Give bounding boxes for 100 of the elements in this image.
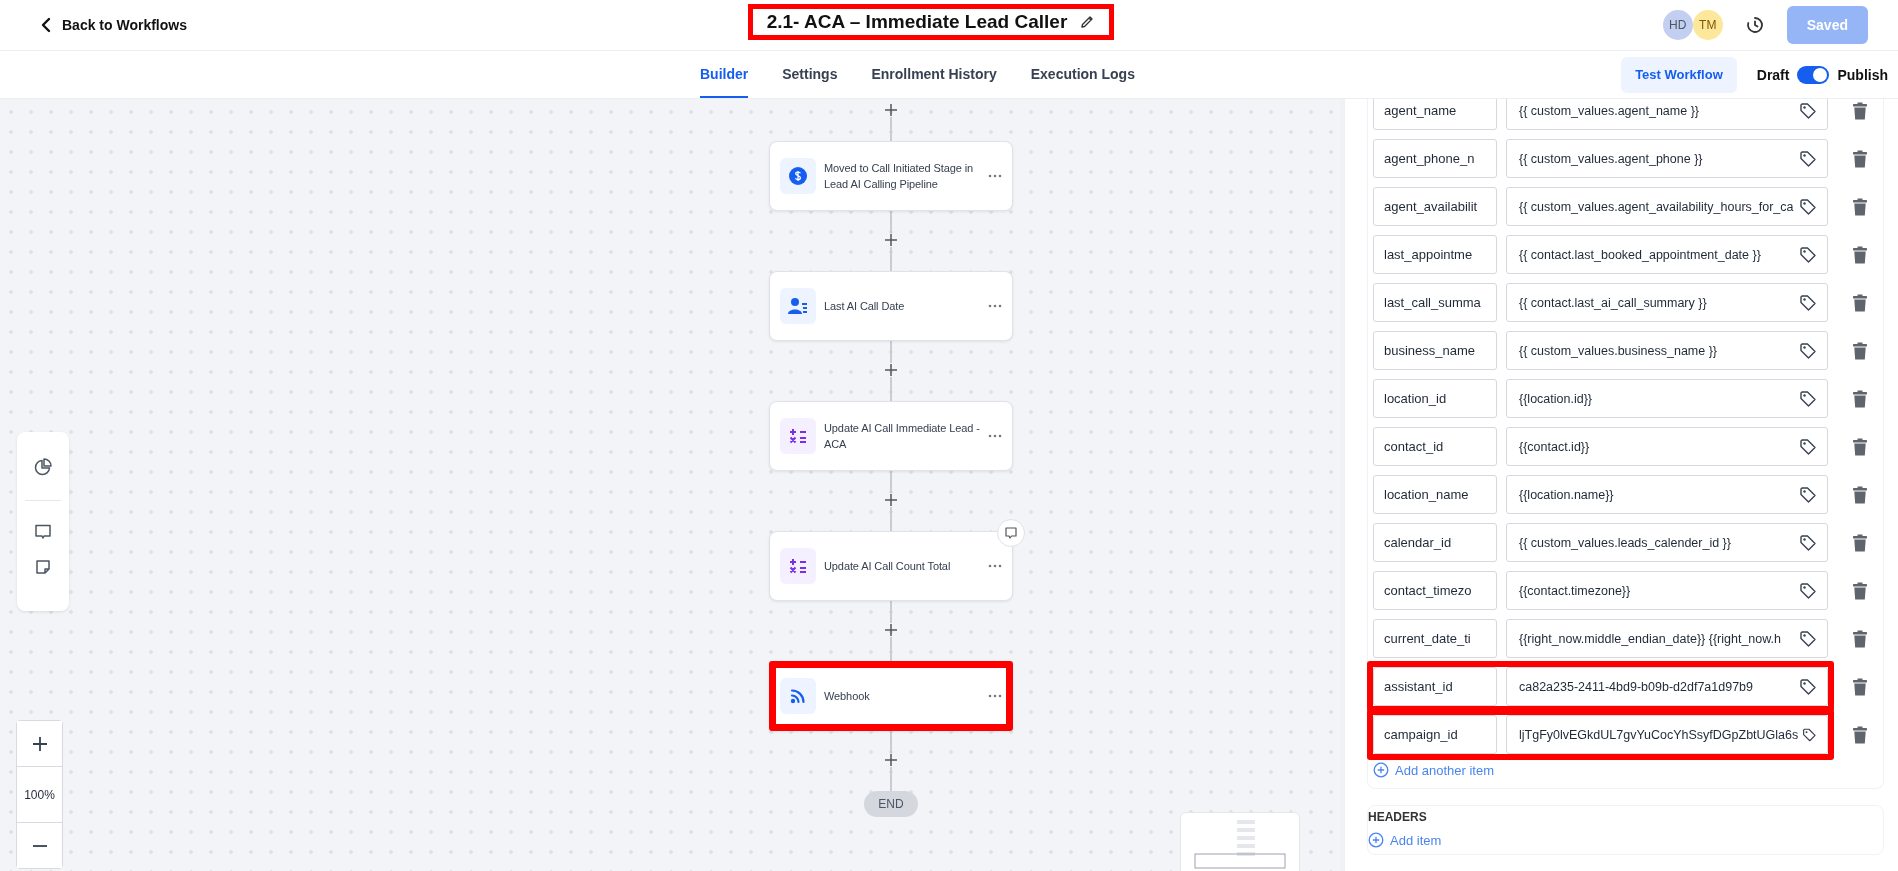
workflow-node[interactable]: Moved to Call Initiated Stage in Lead AI Calling Pipeline xyxy=(769,141,1013,211)
test-workflow-button[interactable]: Test Workflow xyxy=(1621,56,1737,93)
delete-icon[interactable] xyxy=(1852,677,1868,696)
end-marker: END xyxy=(864,791,918,817)
rss-icon xyxy=(790,688,806,704)
delete-icon[interactable] xyxy=(1852,629,1868,648)
key-field[interactable]: contact_id xyxy=(1373,427,1497,466)
node-label: Update AI Call Count Total xyxy=(824,559,952,574)
key-field[interactable]: campaign_id xyxy=(1373,715,1497,754)
plus-circle-icon[interactable] xyxy=(1373,762,1389,778)
tag-icon[interactable] xyxy=(1799,149,1817,168)
value-field[interactable]: {{ contact.last_booked_appointment_date }} xyxy=(1506,235,1828,274)
workflow-node[interactable]: Last AI Call Date xyxy=(769,271,1013,341)
delete-icon[interactable] xyxy=(1852,101,1868,120)
more-icon[interactable] xyxy=(988,694,1002,698)
delete-icon[interactable] xyxy=(1852,197,1868,216)
tag-icon[interactable] xyxy=(1799,197,1817,216)
delete-icon[interactable] xyxy=(1852,293,1868,312)
more-icon[interactable] xyxy=(988,174,1002,178)
publish-toggle[interactable] xyxy=(1797,65,1830,84)
tab[interactable]: Settings xyxy=(782,51,838,98)
value-field[interactable]: {{ custom_values.agent_phone }} xyxy=(1506,139,1828,178)
tag-icon[interactable] xyxy=(1799,245,1817,264)
tag-icon[interactable] xyxy=(1799,389,1817,408)
add-step-icon[interactable] xyxy=(884,233,898,247)
key-field[interactable]: contact_timezo xyxy=(1373,571,1497,610)
plus-icon[interactable] xyxy=(31,735,48,752)
dollar-icon xyxy=(789,167,807,185)
workflow-node[interactable]: Update AI Call Immediate Lead - ACA xyxy=(769,401,1013,471)
tag-icon[interactable] xyxy=(1799,485,1817,504)
key-field[interactable]: calendar_id xyxy=(1373,523,1497,562)
user-avatar[interactable]: TM xyxy=(1692,10,1723,40)
tab[interactable]: Execution Logs xyxy=(1030,51,1135,98)
key-field[interactable]: agent_phone_n xyxy=(1373,139,1497,178)
key-field[interactable]: business_name xyxy=(1373,331,1497,370)
draft-label: Draft xyxy=(1756,66,1790,83)
math-operators-icon xyxy=(789,428,807,444)
more-icon[interactable] xyxy=(988,434,1002,438)
key-field[interactable]: current_date_ti xyxy=(1373,619,1497,658)
chevron-left-icon[interactable] xyxy=(40,17,52,33)
tag-icon[interactable] xyxy=(1799,341,1817,360)
sticky-note-icon[interactable] xyxy=(35,559,51,575)
value-field[interactable]: {{location.id}} xyxy=(1506,379,1828,418)
value-field[interactable]: ca82a235-2411-4bd9-b09b-d2df7a1d97b9 xyxy=(1506,667,1828,706)
delete-icon[interactable] xyxy=(1852,341,1868,360)
tag-icon[interactable] xyxy=(1799,581,1817,600)
history-icon[interactable] xyxy=(1744,15,1765,35)
add-step-icon[interactable] xyxy=(884,753,898,767)
more-icon[interactable] xyxy=(988,564,1002,568)
delete-icon[interactable] xyxy=(1852,725,1868,744)
workflow-node[interactable]: Update AI Call Count Total xyxy=(769,531,1013,601)
add-item-link[interactable]: Add item xyxy=(1368,832,1883,848)
add-step-icon[interactable] xyxy=(884,103,898,117)
delete-icon[interactable] xyxy=(1852,485,1868,504)
comment-badge[interactable] xyxy=(997,519,1025,547)
add-step-icon[interactable] xyxy=(884,493,898,507)
value-field[interactable]: {{contact.timezone}} xyxy=(1506,571,1828,610)
pie-chart-icon[interactable] xyxy=(34,458,52,476)
add-step-icon[interactable] xyxy=(884,363,898,377)
comment-icon[interactable] xyxy=(34,523,52,541)
key-field[interactable]: location_name xyxy=(1373,475,1497,514)
delete-icon[interactable] xyxy=(1852,245,1868,264)
tag-icon[interactable] xyxy=(1799,101,1817,120)
workflow-title[interactable]: 2.1- ACA – Immediate Lead Caller xyxy=(766,11,1068,33)
back-link[interactable]: Back to Workflows xyxy=(40,17,187,33)
key-field[interactable]: location_id xyxy=(1373,379,1497,418)
tag-icon[interactable] xyxy=(1799,293,1817,312)
key-field[interactable]: last_appointme xyxy=(1373,235,1497,274)
value-field[interactable]: {{ custom_values.agent_name }} xyxy=(1506,99,1828,130)
plus-circle-icon[interactable] xyxy=(1368,832,1384,848)
value-field[interactable]: {{ custom_values.agent_availability_hours_for_ca xyxy=(1506,187,1828,226)
delete-icon[interactable] xyxy=(1852,581,1868,600)
more-icon[interactable] xyxy=(988,304,1002,308)
add-item-link[interactable]: Add another item xyxy=(1373,762,1883,778)
delete-icon[interactable] xyxy=(1852,389,1868,408)
value-field[interactable]: {{ contact.last_ai_call_summary }} xyxy=(1506,283,1828,322)
tag-icon[interactable] xyxy=(1799,629,1817,648)
person-list-icon xyxy=(788,297,808,315)
value-field[interactable]: {{contact.id}} xyxy=(1506,427,1828,466)
math-operators-icon xyxy=(789,558,807,574)
value-field[interactable]: {{location.name}} xyxy=(1506,475,1828,514)
key-field[interactable]: assistant_id xyxy=(1373,667,1497,706)
value-field[interactable]: {{ custom_values.business_name }} xyxy=(1506,331,1828,370)
tab[interactable]: Enrollment History xyxy=(871,51,997,98)
delete-icon[interactable] xyxy=(1852,533,1868,552)
tag-icon[interactable] xyxy=(1799,677,1817,696)
key-field[interactable]: agent_availabilit xyxy=(1373,187,1497,226)
tag-icon[interactable] xyxy=(1799,437,1817,456)
key-field[interactable]: last_call_summa xyxy=(1373,283,1497,322)
workflow-node[interactable]: Webhook xyxy=(769,661,1013,731)
delete-icon[interactable] xyxy=(1852,437,1868,456)
delete-icon[interactable] xyxy=(1852,149,1868,168)
tag-icon[interactable] xyxy=(1799,533,1817,552)
add-step-icon[interactable] xyxy=(884,623,898,637)
section-title: HEADERS xyxy=(1368,810,1428,824)
value-field[interactable]: {{ custom_values.leads_calender_id }} xyxy=(1506,523,1828,562)
value-field[interactable]: {{right_now.middle_endian_date}} {{right_now.h xyxy=(1506,619,1828,658)
user-avatar[interactable]: HD xyxy=(1662,10,1693,40)
key-field[interactable]: agent_name xyxy=(1373,99,1497,130)
value-field[interactable]: ljTgFy0lvEGkdUL7gvYuCocYhSsyfDGpZbtUGla6s xyxy=(1506,715,1828,754)
